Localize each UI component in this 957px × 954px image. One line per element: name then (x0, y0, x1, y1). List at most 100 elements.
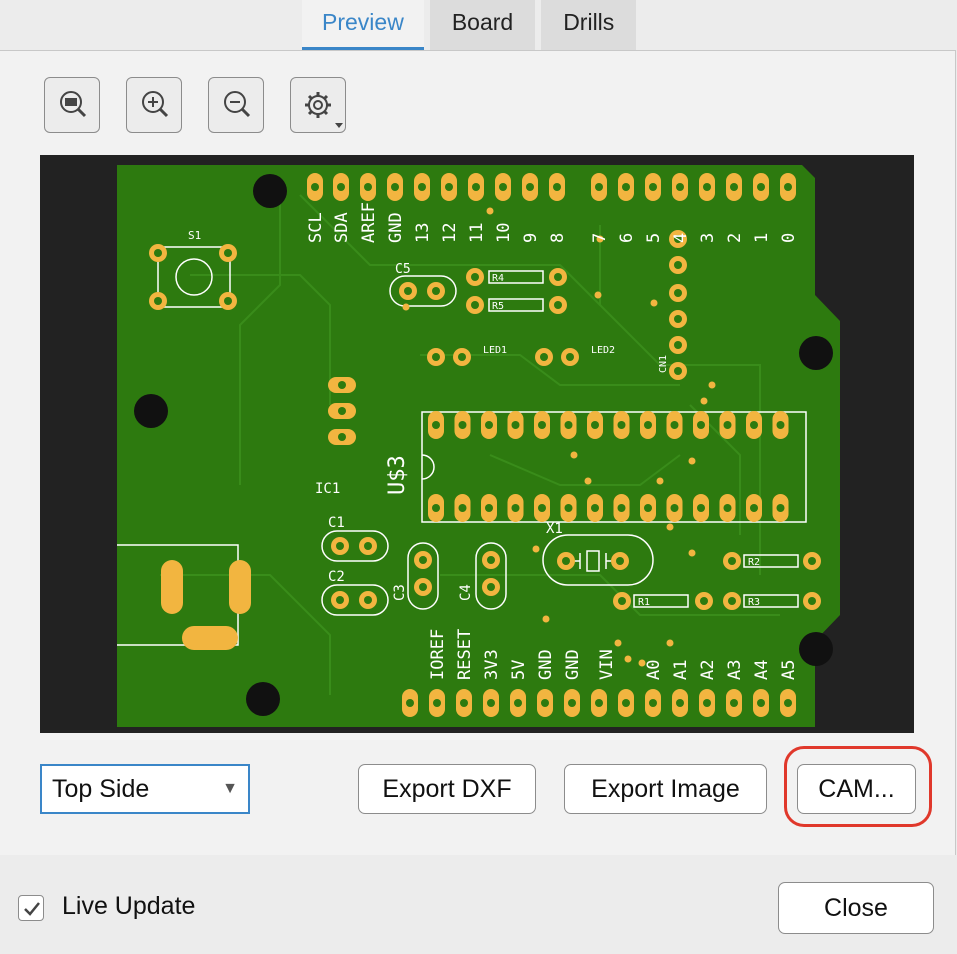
top-header-pad-hole (391, 183, 399, 191)
bottom-header-pad-hole (487, 699, 495, 707)
via (624, 655, 632, 663)
ic-pin-bottom-hole (670, 504, 679, 512)
bottom-header-pad-hole (433, 699, 441, 707)
top-header-label: 3 (698, 233, 718, 243)
ic1-pad-hole (338, 407, 346, 415)
bottom-header-label: RESET (455, 629, 475, 680)
side-select[interactable]: Top Side ▼ (40, 764, 250, 814)
ic-pin-bottom-hole (750, 504, 758, 512)
c1-pad-hole (364, 542, 372, 550)
c5-pad-hole (404, 287, 412, 295)
bottom-header-pad-hole (784, 699, 792, 707)
bottom-header-label: 5V (509, 660, 529, 680)
via (402, 303, 410, 311)
component-label: LED1 (483, 345, 507, 356)
component-label: R1 (638, 597, 650, 608)
r4-pad-hole (471, 273, 479, 281)
ic-pin-top-hole (511, 421, 520, 429)
via (614, 639, 622, 647)
top-header-pad-hole (311, 183, 319, 191)
close-button[interactable]: Close (778, 882, 934, 934)
ic-pin-bottom-hole (644, 504, 652, 512)
live-update-checkbox[interactable] (18, 895, 44, 921)
zoom-in-button[interactable] (126, 77, 182, 133)
via (656, 477, 664, 485)
ic-pin-bottom-hole (432, 504, 440, 512)
ic-pin-top-hole (485, 421, 493, 429)
c4-pad-hole (487, 583, 495, 591)
top-header-label: 10 (494, 223, 514, 243)
top-header-pad-hole (526, 183, 534, 191)
c2-pad-hole (336, 596, 344, 604)
r5-pad-hole (471, 301, 479, 309)
led2-pad-hole (566, 353, 574, 361)
component-label: R5 (492, 301, 504, 312)
ic-pin-bottom-hole (723, 504, 732, 512)
x1-pad-hole (562, 557, 570, 565)
bottom-header-pad-hole (460, 699, 468, 707)
s1-pad-hole (224, 249, 232, 257)
top-header-label: 4 (671, 233, 691, 243)
top-header-pad-hole (418, 183, 426, 191)
component-label: LED2 (591, 345, 615, 356)
top-header-pad-hole (445, 183, 453, 191)
bottom-header-pad-hole (541, 699, 549, 707)
cn1-pad-hole (674, 261, 682, 269)
ic-pin-top-hole (458, 421, 467, 429)
tab-bar: Preview Board Drills (302, 0, 642, 52)
via (688, 457, 696, 465)
component-label: C2 (328, 569, 345, 585)
cn1-pad-hole (674, 289, 682, 297)
c2-pad-hole (364, 596, 372, 604)
top-header-label: AREF (359, 202, 379, 243)
bottom-header-label: A0 (644, 660, 664, 680)
c3-pad-hole (419, 556, 427, 564)
top-header-label: SDA (332, 212, 352, 243)
bottom-header-pad-hole (595, 699, 603, 707)
ic-pin-bottom-hole (458, 504, 467, 512)
tab-drills[interactable]: Drills (541, 0, 637, 50)
tab-board[interactable]: Board (429, 0, 536, 50)
via (700, 397, 708, 405)
ic-pin-bottom-hole (538, 504, 546, 512)
export-image-button[interactable]: Export Image (564, 764, 767, 814)
settings-button[interactable] (290, 77, 346, 133)
via (666, 639, 674, 647)
chevron-down-icon: ▼ (222, 780, 238, 797)
zoom-fit-button[interactable] (44, 77, 100, 133)
top-header-label: 11 (467, 223, 487, 243)
zoom-out-button[interactable] (208, 77, 264, 133)
zoom-fit-icon (60, 91, 87, 118)
bottom-header-label: IOREF (428, 629, 448, 680)
r2-pad-hole (808, 557, 816, 565)
ic-pin-top-hole (697, 421, 705, 429)
top-header-pad-hole (364, 183, 372, 191)
ic-pin-top-hole (564, 421, 573, 429)
top-header-label: 9 (521, 233, 541, 243)
c4-pad-hole (487, 556, 495, 564)
top-header-label: 1 (752, 233, 772, 243)
component-label: CN1 (658, 355, 669, 373)
export-dxf-button[interactable]: Export DXF (358, 764, 536, 814)
bottom-header-pad-hole (676, 699, 684, 707)
via (570, 451, 578, 459)
c5-pad-hole (432, 287, 440, 295)
zoom-out-icon (224, 91, 251, 118)
via (532, 545, 540, 553)
top-header-pad-hole (337, 183, 345, 191)
ic-pin-top-hole (591, 421, 599, 429)
r2-pad-hole (728, 557, 736, 565)
top-header-pad-hole (730, 183, 738, 191)
preview-panel: SCL SDA AREF GND 13 12 11 10 9 8 7 6 5 4 3 2 1 0 IOREF RESE… (0, 50, 956, 857)
board-preview-canvas[interactable]: SCL SDA AREF GND 13 12 11 10 9 8 7 6 5 4 3 2 1 0 IOREF RESE… (40, 155, 914, 733)
bottom-header-label: A4 (752, 660, 772, 680)
via (666, 523, 674, 531)
bottom-header-pad-hole (757, 699, 765, 707)
tab-preview[interactable]: Preview (302, 0, 424, 51)
top-header-label: 13 (413, 223, 433, 243)
r5-pad-hole (554, 301, 562, 309)
component-label: U$3 (385, 455, 410, 495)
top-header-label: 5 (644, 233, 664, 243)
side-select-value: Top Side (52, 775, 150, 803)
component-label: C1 (328, 515, 345, 531)
